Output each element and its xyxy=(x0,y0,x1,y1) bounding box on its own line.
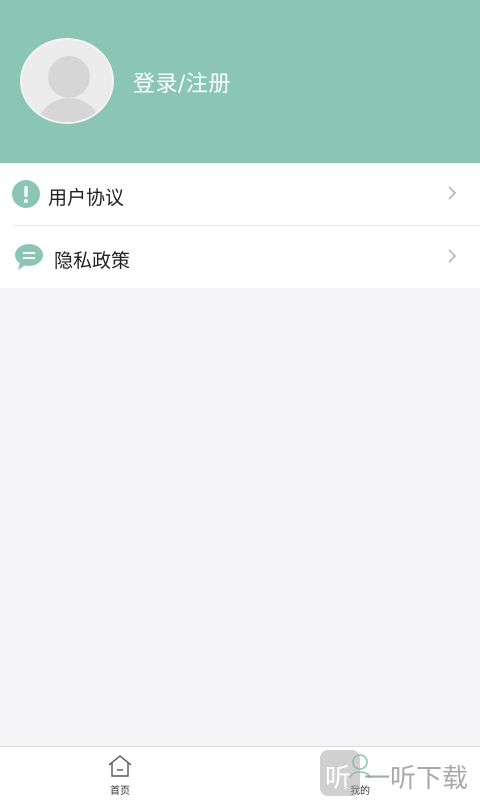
tab-mine[interactable]: 我的 xyxy=(240,747,480,801)
chevron-right-icon xyxy=(444,185,460,201)
tab-label: 我的 xyxy=(350,786,370,797)
tab-home[interactable]: 首页 xyxy=(0,747,240,801)
profile-header: 登录/注册 xyxy=(0,0,480,163)
chevron-right-icon xyxy=(444,248,460,264)
tab-label: 首页 xyxy=(110,786,130,797)
avatar-head-shape xyxy=(48,56,90,98)
settings-menu: 用户协议 隐私政策 xyxy=(0,163,480,288)
home-icon xyxy=(107,753,133,779)
menu-item-label: 用户协议 xyxy=(48,187,125,209)
menu-item-label: 隐私政策 xyxy=(54,250,131,272)
avatar[interactable] xyxy=(20,38,114,124)
menu-item-privacy-policy[interactable]: 隐私政策 xyxy=(0,226,480,288)
user-icon xyxy=(347,753,373,779)
menu-item-user-agreement[interactable]: 用户协议 xyxy=(0,163,480,226)
bottom-tab-bar: 首页 我的 xyxy=(0,746,480,801)
chat-bubble-icon xyxy=(14,243,44,271)
avatar-shoulders-shape xyxy=(36,98,102,122)
login-register-link[interactable]: 登录/注册 xyxy=(133,66,231,98)
exclamation-icon xyxy=(12,180,40,208)
